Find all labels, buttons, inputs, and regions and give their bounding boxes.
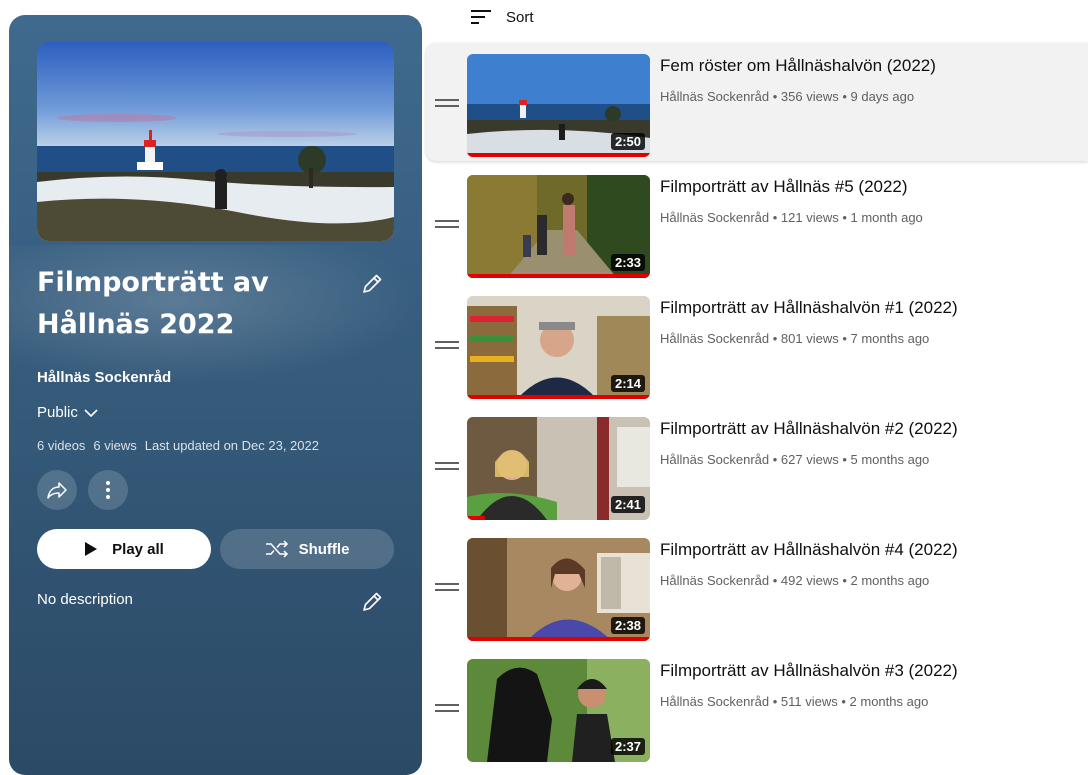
playlist-owner[interactable]: Hållnäs Sockenråd <box>37 369 171 386</box>
video-duration: 2:37 <box>610 738 645 755</box>
video-meta: Hållnäs Sockenråd • 801 views • 7 months… <box>660 331 930 346</box>
playlist-video-row[interactable]: 2:14 Filmporträtt av Hållnäshalvön #1 (2… <box>426 285 1088 406</box>
edit-description-button[interactable] <box>359 589 385 615</box>
video-age: 1 month ago <box>850 210 923 225</box>
video-age: 2 months ago <box>849 694 929 709</box>
video-duration: 2:33 <box>610 254 645 271</box>
video-thumbnail[interactable]: 2:41 <box>467 417 650 520</box>
video-views: 511 views <box>780 694 838 709</box>
video-title[interactable]: Filmporträtt av Hållnäshalvön #2 (2022) <box>660 419 958 439</box>
more-vert-icon <box>106 481 110 499</box>
drag-handle-icon[interactable] <box>435 704 459 714</box>
share-button[interactable] <box>37 470 77 510</box>
video-channel[interactable]: Hållnäs Sockenråd <box>660 694 769 709</box>
privacy-value: Public <box>37 404 78 421</box>
video-channel[interactable]: Hållnäs Sockenråd <box>660 573 769 588</box>
more-actions-button[interactable] <box>88 470 128 510</box>
video-title[interactable]: Filmporträtt av Hållnäshalvön #4 (2022) <box>660 540 958 560</box>
video-count: 6 videos <box>37 438 86 453</box>
video-duration: 2:14 <box>610 375 645 392</box>
play-all-label: Play all <box>112 540 164 558</box>
view-count: 6 views <box>93 438 137 453</box>
drag-handle-icon[interactable] <box>435 220 459 230</box>
video-channel[interactable]: Hållnäs Sockenråd <box>660 331 769 346</box>
share-icon <box>47 482 67 499</box>
lighthouse-scene-image <box>37 42 394 241</box>
video-thumbnail[interactable]: 2:38 <box>467 538 650 641</box>
pencil-icon <box>363 274 382 293</box>
video-meta: Hållnäs Sockenråd • 492 views • 2 months… <box>660 573 930 588</box>
video-meta: Hållnäs Sockenråd • 627 views • 5 months… <box>660 452 930 467</box>
edit-title-button[interactable] <box>359 271 385 297</box>
watch-progress-bar <box>467 153 650 157</box>
video-meta: Hållnäs Sockenråd • 511 views • 2 months… <box>660 694 929 709</box>
watch-progress-bar <box>467 516 486 520</box>
video-title[interactable]: Filmporträtt av Hållnäs #5 (2022) <box>660 177 908 197</box>
drag-handle-icon[interactable] <box>435 99 459 109</box>
shuffle-button[interactable]: Shuffle <box>220 529 394 569</box>
watch-progress-bar <box>467 274 650 278</box>
playlist-hero-thumbnail[interactable] <box>37 42 394 241</box>
play-all-button[interactable]: Play all <box>37 529 211 569</box>
shuffle-icon <box>265 540 288 558</box>
video-channel[interactable]: Hållnäs Sockenråd <box>660 452 769 467</box>
pencil-icon <box>363 592 382 611</box>
video-age: 9 days ago <box>850 89 915 104</box>
video-meta: Hållnäs Sockenråd • 121 views • 1 month … <box>660 210 923 225</box>
play-icon <box>85 542 98 556</box>
drag-handle-icon[interactable] <box>435 583 459 593</box>
video-thumbnail[interactable]: 2:14 <box>467 296 650 399</box>
video-title[interactable]: Filmporträtt av Hållnäshalvön #1 (2022) <box>660 298 958 318</box>
privacy-dropdown[interactable]: Public <box>37 404 98 421</box>
video-thumbnail[interactable]: 2:50 <box>467 54 650 157</box>
playlist-video-row[interactable]: 2:50 Fem röster om Hållnäshalvön (2022) … <box>426 43 1088 161</box>
watch-progress-bar <box>467 637 650 641</box>
video-thumbnail[interactable]: 2:33 <box>467 175 650 278</box>
sort-label: Sort <box>506 8 534 26</box>
shuffle-label: Shuffle <box>298 540 350 558</box>
video-age: 2 months ago <box>850 573 930 588</box>
playlist-video-row[interactable]: 2:37 Filmporträtt av Hållnäshalvön #3 (2… <box>426 648 1088 769</box>
video-duration: 2:41 <box>610 496 645 513</box>
video-thumbnail[interactable]: 2:37 <box>467 659 650 762</box>
watch-progress-bar <box>467 395 650 399</box>
drag-handle-icon[interactable] <box>435 341 459 351</box>
sort-icon <box>471 10 491 24</box>
video-duration: 2:38 <box>610 617 645 634</box>
sort-button[interactable]: Sort <box>470 8 534 26</box>
playlist-description: No description <box>37 591 133 608</box>
video-meta: Hållnäs Sockenråd • 356 views • 9 days a… <box>660 89 915 104</box>
video-views: 801 views <box>780 331 839 346</box>
playlist-video-row[interactable]: 2:33 Filmporträtt av Hållnäs #5 (2022) H… <box>426 164 1088 285</box>
video-duration: 2:50 <box>610 133 645 150</box>
video-views: 627 views <box>780 452 839 467</box>
last-updated: Last updated on Dec 23, 2022 <box>144 438 319 453</box>
video-views: 492 views <box>780 573 839 588</box>
playlist-stats: 6 videos 6 views Last updated on Dec 23,… <box>37 438 319 453</box>
video-title[interactable]: Filmporträtt av Hållnäshalvön #3 (2022) <box>660 661 958 681</box>
video-views: 356 views <box>780 89 839 104</box>
video-age: 5 months ago <box>850 452 930 467</box>
video-title[interactable]: Fem röster om Hållnäshalvön (2022) <box>660 56 936 76</box>
playlist-title: Filmporträtt av Hållnäs 2022 <box>37 267 269 340</box>
drag-handle-icon[interactable] <box>435 462 459 472</box>
video-age: 7 months ago <box>850 331 930 346</box>
playlist-header-panel: Filmporträtt av Hållnäs 2022 Hållnäs Soc… <box>9 15 422 775</box>
playlist-video-row[interactable]: 2:38 Filmporträtt av Hållnäshalvön #4 (2… <box>426 527 1088 648</box>
video-views: 121 views <box>780 210 839 225</box>
playlist-video-row[interactable]: 2:41 Filmporträtt av Hållnäshalvön #2 (2… <box>426 406 1088 527</box>
video-channel[interactable]: Hållnäs Sockenråd <box>660 89 769 104</box>
chevron-down-icon <box>84 408 98 417</box>
video-channel[interactable]: Hållnäs Sockenråd <box>660 210 769 225</box>
playlist-video-list: 2:50 Fem röster om Hållnäshalvön (2022) … <box>426 43 1088 769</box>
